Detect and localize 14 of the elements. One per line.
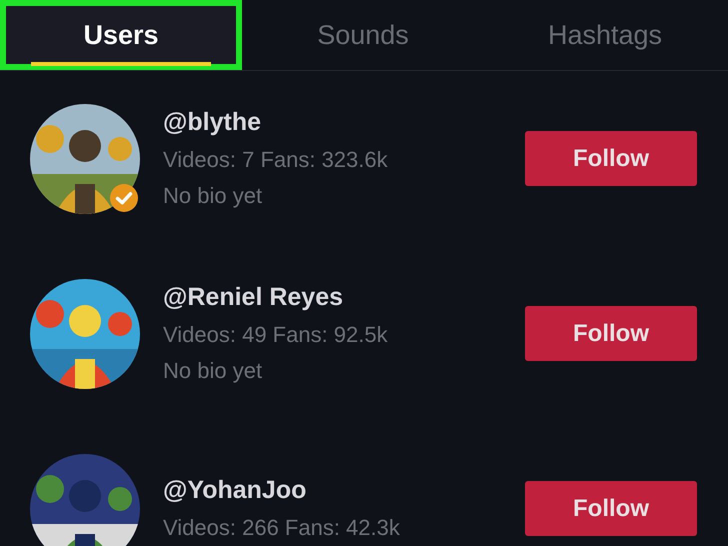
follow-button[interactable]: Follow — [525, 481, 697, 536]
username: @Reniel Reyes — [163, 283, 344, 312]
follow-button[interactable]: Follow — [525, 306, 697, 361]
follow-button[interactable]: Follow — [525, 131, 697, 186]
tab[interactable]: Sounds — [242, 0, 484, 70]
user-stats: Videos: 7 Fans: 323.6k — [163, 147, 389, 173]
user-bio: No bio yet — [163, 183, 264, 209]
user-stats: Videos: 49 Fans: 92.5k — [163, 322, 389, 348]
user-bio: No bio yet — [163, 358, 264, 384]
username: @blythe — [163, 108, 262, 137]
tab[interactable]: Hashtags — [484, 0, 726, 70]
username: @YohanJoo — [163, 476, 308, 505]
tab[interactable]: Users — [0, 0, 242, 70]
user-stats: Videos: 266 Fans: 42.3k — [163, 515, 401, 541]
